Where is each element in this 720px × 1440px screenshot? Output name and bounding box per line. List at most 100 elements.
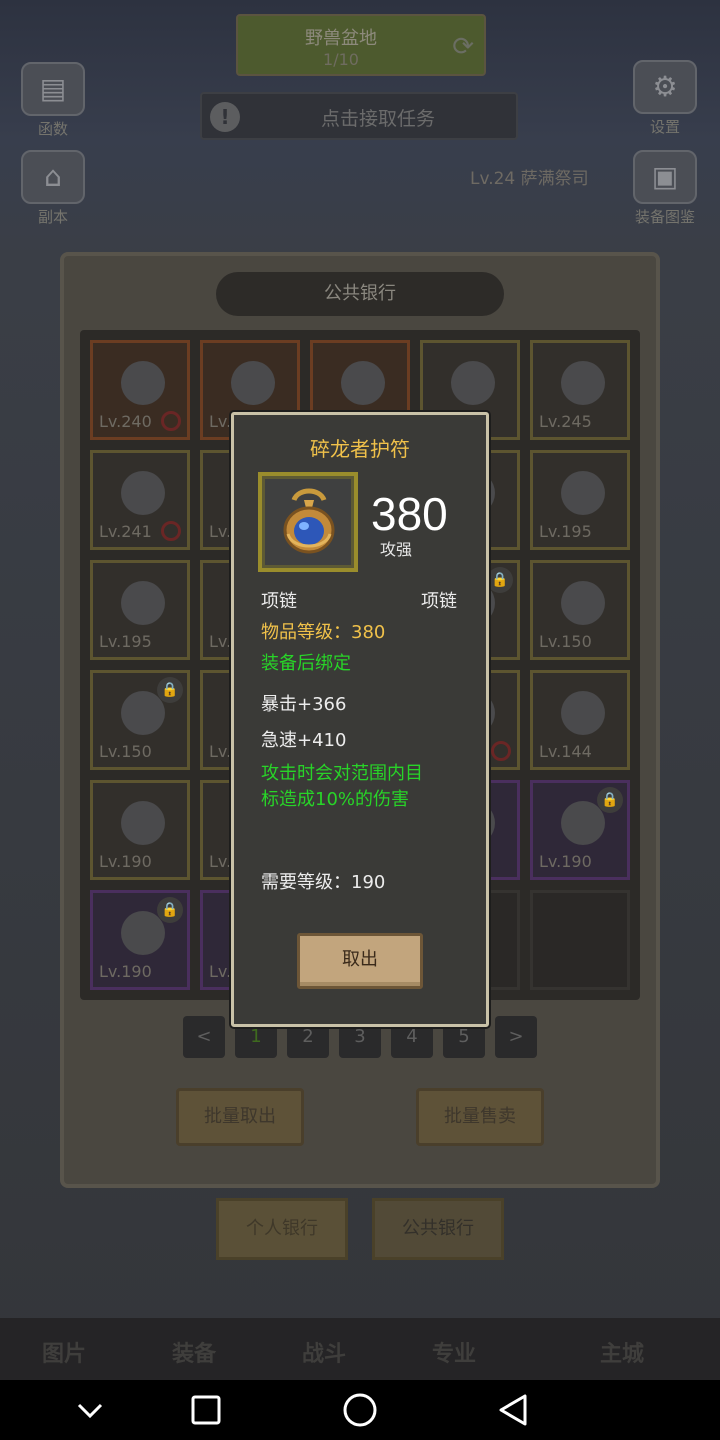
tab-personal-bank[interactable]: 个人银行 — [216, 1198, 348, 1260]
bank-slot[interactable]: Lv.241 — [90, 450, 190, 550]
stat-crit: 暴击+366 — [261, 694, 347, 715]
item-thumbnail-icon — [121, 801, 165, 845]
slot-level: Lv.190 — [99, 852, 152, 871]
quest-tracker[interactable]: 野兽盆地 1/10 ⟳ — [236, 14, 486, 76]
slot-level: Lv.195 — [539, 522, 592, 541]
item-thumbnail-icon — [561, 471, 605, 515]
tab-public-bank[interactable]: 公共银行 — [372, 1198, 504, 1260]
bank-slot[interactable]: Lv.240 — [90, 340, 190, 440]
side-button-label: 设置 — [649, 118, 680, 136]
take-out-button[interactable]: 取出 — [297, 933, 423, 989]
bank-slot[interactable] — [530, 890, 630, 990]
bank-title: 公共银行 — [216, 272, 504, 316]
item-thumbnail-icon — [561, 691, 605, 735]
unusable-icon — [491, 741, 511, 761]
quest-progress: 1/10 — [323, 50, 359, 69]
amulet-icon — [283, 488, 335, 554]
nav-item-4[interactable]: 专业 — [432, 1336, 476, 1368]
bank-slot[interactable]: Lv.144 — [530, 670, 630, 770]
slot-level: Lv.195 — [99, 632, 152, 651]
bank-slot[interactable]: Lv.190 — [90, 780, 190, 880]
item-thumbnail-icon — [121, 911, 165, 955]
book-icon: ▤ — [21, 62, 85, 116]
slot-level: Lv.150 — [99, 742, 152, 761]
npc-label[interactable]: Lv.24 萨满祭司 — [470, 164, 589, 189]
item-thumbnail-icon — [561, 581, 605, 625]
nav-item-2[interactable]: 装备 — [172, 1336, 216, 1368]
item-thumbnail-icon — [231, 361, 275, 405]
equipment-codex-button[interactable]: ▣ 装备图鉴 — [620, 150, 710, 236]
dungeon-icon: ⌂ — [21, 150, 85, 204]
slot-level: Lv. — [209, 522, 232, 541]
item-score-label: 攻强 — [380, 540, 413, 559]
nav-item-3[interactable]: 战斗 — [302, 1336, 346, 1368]
item-thumbnail-icon — [451, 361, 495, 405]
side-button-left-1[interactable]: ▤ 函数 — [8, 62, 98, 148]
item-effect: 攻击时会对范围内目标造成10%的伤害 — [261, 763, 423, 810]
slot-level: Lv.240 — [99, 412, 152, 431]
lock-icon: 🔒 — [157, 677, 183, 703]
item-thumbnail-icon — [561, 361, 605, 405]
item-thumbnail-icon — [121, 471, 165, 515]
slot-level: Lv. — [209, 412, 232, 431]
slot-level: Lv. — [209, 962, 232, 981]
stat-haste: 急速+410 — [261, 730, 347, 751]
item-slot-type: 项链 — [261, 591, 297, 612]
slot-level: Lv.245 — [539, 412, 592, 431]
slot-level: Lv.190 — [539, 852, 592, 871]
side-button-label: 副本 — [37, 208, 68, 226]
page-next-button[interactable]: > — [495, 1016, 537, 1058]
required-level: 需要等级：190 — [261, 872, 386, 893]
home-icon[interactable] — [342, 1392, 378, 1428]
side-button-label: 装备图鉴 — [634, 208, 695, 226]
side-button-left-2[interactable]: ⌂ 副本 — [8, 150, 98, 236]
item-detail-dialog: 碎龙者护符 380 攻强 项链 项链 物品等级：380 装备后绑定 暴击+366… — [231, 412, 489, 1027]
slot-level: Lv. — [209, 632, 232, 651]
page-prev-button[interactable]: < — [183, 1016, 225, 1058]
bank-slot[interactable]: Lv.150 — [530, 560, 630, 660]
codex-icon: ▣ — [633, 150, 697, 204]
item-name: 碎龙者护符 — [310, 437, 410, 461]
bank-slot[interactable]: Lv.150 🔒 — [90, 670, 190, 770]
batch-sell-button[interactable]: 批量售卖 — [416, 1088, 544, 1146]
slot-level: Lv. — [209, 742, 232, 761]
back-icon[interactable] — [496, 1393, 530, 1427]
slot-level: Lv.150 — [539, 632, 592, 651]
unusable-icon — [161, 521, 181, 541]
bank-slot[interactable]: Lv.195 — [530, 450, 630, 550]
item-thumbnail-icon — [561, 801, 605, 845]
bank-slot[interactable]: Lv.245 — [530, 340, 630, 440]
item-thumbnail-icon — [121, 581, 165, 625]
lock-icon: 🔒 — [597, 787, 623, 813]
info-icon: ! — [210, 102, 240, 132]
system-nav-bar — [0, 1380, 720, 1440]
bank-slot[interactable]: Lv.190 🔒 — [530, 780, 630, 880]
slot-level: Lv. — [209, 852, 232, 871]
slot-level: Lv.190 — [99, 962, 152, 981]
item-thumbnail-icon — [121, 361, 165, 405]
settings-button[interactable]: ⚙ 设置 — [620, 60, 710, 146]
batch-take-button[interactable]: 批量取出 — [176, 1088, 304, 1146]
bank-slot[interactable]: Lv.195 — [90, 560, 190, 660]
item-thumbnail-icon — [121, 691, 165, 735]
unusable-icon — [161, 411, 181, 431]
item-thumbnail-icon — [341, 361, 385, 405]
slot-level: Lv.144 — [539, 742, 592, 761]
slot-level: Lv.241 — [99, 522, 152, 541]
item-icon-frame — [258, 472, 358, 572]
accept-quest-bar[interactable]: ! 点击接取任务 — [200, 92, 518, 140]
lock-icon: 🔒 — [157, 897, 183, 923]
item-level: 物品等级：380 — [261, 622, 386, 643]
item-type: 项链 — [421, 591, 457, 612]
nav-item-main-city[interactable]: 主城 — [600, 1336, 644, 1368]
bank-slot[interactable]: Lv.190 🔒 — [90, 890, 190, 990]
lock-icon: 🔒 — [487, 567, 513, 593]
recents-icon[interactable] — [190, 1394, 222, 1426]
quest-title: 野兽盆地 — [305, 28, 377, 49]
item-score: 380 — [371, 488, 448, 540]
item-bind-status: 装备后绑定 — [261, 653, 351, 674]
accept-quest-label: 点击接取任务 — [320, 108, 435, 130]
hide-keyboard-icon[interactable] — [76, 1398, 104, 1422]
refresh-icon[interactable]: ⟳ — [452, 32, 474, 62]
nav-item-1[interactable]: 图片 — [42, 1336, 86, 1368]
